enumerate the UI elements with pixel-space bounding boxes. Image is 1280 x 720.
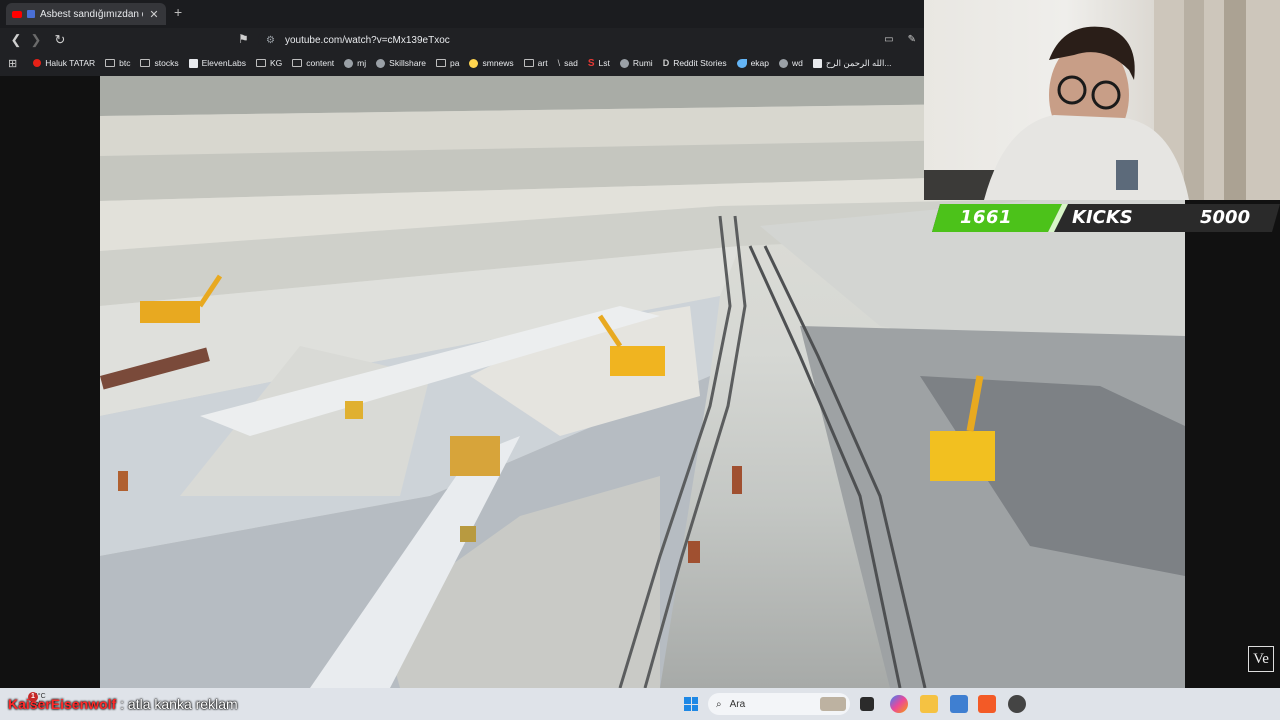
kicks-goal: 5000 bbox=[1200, 207, 1251, 228]
cast-icon[interactable]: ▭ bbox=[884, 34, 893, 45]
streamer-figure bbox=[924, 0, 1280, 200]
bookmark-label: ElevenLabs bbox=[201, 58, 246, 68]
channel-logo: Ve bbox=[1248, 646, 1274, 672]
bookmark-item[interactable]: content bbox=[292, 58, 334, 68]
close-tab-button[interactable]: ✕ bbox=[148, 8, 160, 21]
folder-icon bbox=[140, 59, 151, 67]
tab-bar: Asbest sandığımızdan daha b ✕ + bbox=[0, 0, 924, 28]
slash-icon: \ bbox=[557, 58, 561, 68]
wd-icon bbox=[779, 58, 789, 68]
bookmark-label: mj bbox=[357, 58, 367, 68]
bookmark-item[interactable]: S Lst bbox=[588, 58, 610, 69]
copilot-icon[interactable] bbox=[890, 695, 908, 713]
task-view-icon[interactable] bbox=[860, 697, 874, 711]
folder-icon bbox=[292, 59, 303, 67]
bookmark-item[interactable]: الله الرحمن الرح... bbox=[812, 57, 892, 69]
back-button[interactable]: ❮ bbox=[6, 32, 26, 48]
bookmark-label: Haluk TATAR bbox=[45, 58, 96, 68]
apps-grid-icon[interactable]: ⊞ bbox=[8, 57, 17, 70]
windows-start-icon[interactable] bbox=[684, 697, 698, 711]
new-tab-button[interactable]: + bbox=[174, 4, 182, 20]
kicks-label: KICKS bbox=[1072, 207, 1133, 228]
bookmark-label: KG bbox=[270, 58, 283, 68]
globe-icon bbox=[619, 58, 629, 68]
kicks-goal-bar: 1661 KICKS 5000 bbox=[924, 202, 1280, 234]
screen: Asbest sandığımızdan daha b ✕ + ❮ ❯ ↻ ⚑ … bbox=[0, 0, 1280, 720]
brave-browser-icon[interactable] bbox=[978, 695, 996, 713]
address-bar-row: ❮ ❯ ↻ ⚑ ⚙ youtube.com/watch?v=cMx139eTxo… bbox=[0, 28, 924, 52]
bookmark-item[interactable]: ElevenLabs bbox=[188, 58, 246, 68]
folder-icon bbox=[523, 59, 534, 67]
bookmark-label: art bbox=[537, 58, 548, 68]
bookmark-item[interactable]: stocks bbox=[140, 58, 179, 68]
bookmark-label: Lst bbox=[598, 58, 610, 68]
search-icon: ⌕ bbox=[716, 698, 722, 710]
folder-icon bbox=[436, 59, 447, 67]
bookmark-label: sad bbox=[564, 58, 578, 68]
bookmark-item[interactable]: ekap bbox=[736, 58, 770, 68]
bookmark-item[interactable]: D Reddit Stories bbox=[663, 58, 727, 68]
bookmark-item[interactable]: Skillshare bbox=[376, 58, 426, 68]
tab-title: Asbest sandığımızdan daha b bbox=[40, 8, 143, 20]
folder-icon bbox=[256, 59, 266, 67]
bookmark-label: ekap bbox=[750, 58, 770, 68]
reload-button[interactable]: ↻ bbox=[50, 32, 70, 48]
bookmark-label: الله الرحمن الرح... bbox=[825, 57, 892, 68]
taskbar: 24°C Çok 1 KaiserEisenwolf : atla kanka … bbox=[0, 688, 1280, 720]
bookmark-item[interactable]: \ sad bbox=[558, 58, 578, 68]
url-text: youtube.com/watch?v=cMx139eTxoc bbox=[284, 34, 450, 46]
bookmark-label: smnews bbox=[482, 58, 514, 68]
bookmark-label: stocks bbox=[154, 58, 179, 68]
bookmark-icon[interactable]: ⚑ bbox=[238, 32, 249, 46]
snipping-tool-icon[interactable] bbox=[950, 695, 968, 713]
bookmark-item[interactable]: KG bbox=[256, 58, 282, 68]
bookmark-label: wd bbox=[792, 58, 803, 68]
bookmark-item[interactable]: wd bbox=[779, 58, 803, 68]
bookmark-label: btc bbox=[119, 58, 131, 68]
smiley-icon bbox=[469, 58, 479, 68]
bookmark-label: pa bbox=[450, 58, 460, 68]
bookmark-item[interactable]: smnews bbox=[469, 58, 514, 68]
elevenlabs-icon bbox=[188, 58, 198, 68]
app-icon[interactable] bbox=[1008, 695, 1026, 713]
kicks-count: 1661 bbox=[960, 207, 1013, 228]
bookmark-item[interactable]: art bbox=[523, 58, 548, 68]
bookmark-label: Reddit Stories bbox=[673, 58, 727, 68]
url-input[interactable]: ⚙ youtube.com/watch?v=cMx139eTxoc bbox=[258, 30, 918, 50]
search-label: Ara bbox=[729, 698, 746, 710]
address-bar-actions: ▭ ✎ bbox=[884, 34, 916, 45]
tab-active[interactable]: Asbest sandığımızdan daha b ✕ bbox=[6, 3, 166, 25]
page-icon bbox=[812, 58, 822, 68]
forward-button[interactable]: ❯ bbox=[26, 32, 46, 48]
chat-username: KaiserEisenwolf bbox=[8, 696, 117, 712]
bookmark-item[interactable]: mj bbox=[344, 58, 366, 68]
edit-icon[interactable]: ✎ bbox=[908, 34, 916, 45]
chat-message-overlay: 1 KaiserEisenwolf : atla kanka reklam bbox=[8, 692, 238, 712]
bookmark-item[interactable]: Rumi bbox=[619, 58, 653, 68]
bookmark-item[interactable]: Haluk TATAR bbox=[33, 58, 95, 68]
youtube-icon bbox=[33, 59, 42, 67]
bookmark-label: Skillshare bbox=[389, 58, 427, 68]
site-info-icon[interactable]: ⚙ bbox=[266, 35, 275, 46]
bookmarks-bar: ⊞ Haluk TATAR btc stocks ElevenLabs KG c… bbox=[0, 52, 924, 74]
bookmark-item[interactable]: pa bbox=[436, 58, 459, 68]
webcam-feed bbox=[924, 0, 1280, 200]
bookmark-label: content bbox=[306, 58, 335, 68]
browser-chrome: Asbest sandığımızdan daha b ✕ + ❮ ❯ ↻ ⚑ … bbox=[0, 0, 924, 76]
file-explorer-icon[interactable] bbox=[920, 695, 938, 713]
bird-icon bbox=[736, 58, 747, 68]
search-highlight-icon bbox=[820, 697, 846, 711]
bookmark-item[interactable]: btc bbox=[105, 58, 130, 68]
chat-text: : atla kanka reklam bbox=[120, 696, 238, 712]
skillshare-icon bbox=[376, 58, 386, 68]
d-icon: D bbox=[662, 58, 670, 68]
github-icon bbox=[344, 58, 354, 68]
bookmark-label: Rumi bbox=[632, 58, 653, 68]
notification-badge: 1 bbox=[28, 692, 38, 702]
youtube-icon bbox=[12, 10, 22, 18]
tab-favicon-icon bbox=[27, 10, 35, 18]
s-icon: S bbox=[587, 57, 595, 69]
taskbar-search[interactable]: ⌕ Ara bbox=[708, 693, 850, 715]
folder-icon bbox=[105, 59, 116, 67]
